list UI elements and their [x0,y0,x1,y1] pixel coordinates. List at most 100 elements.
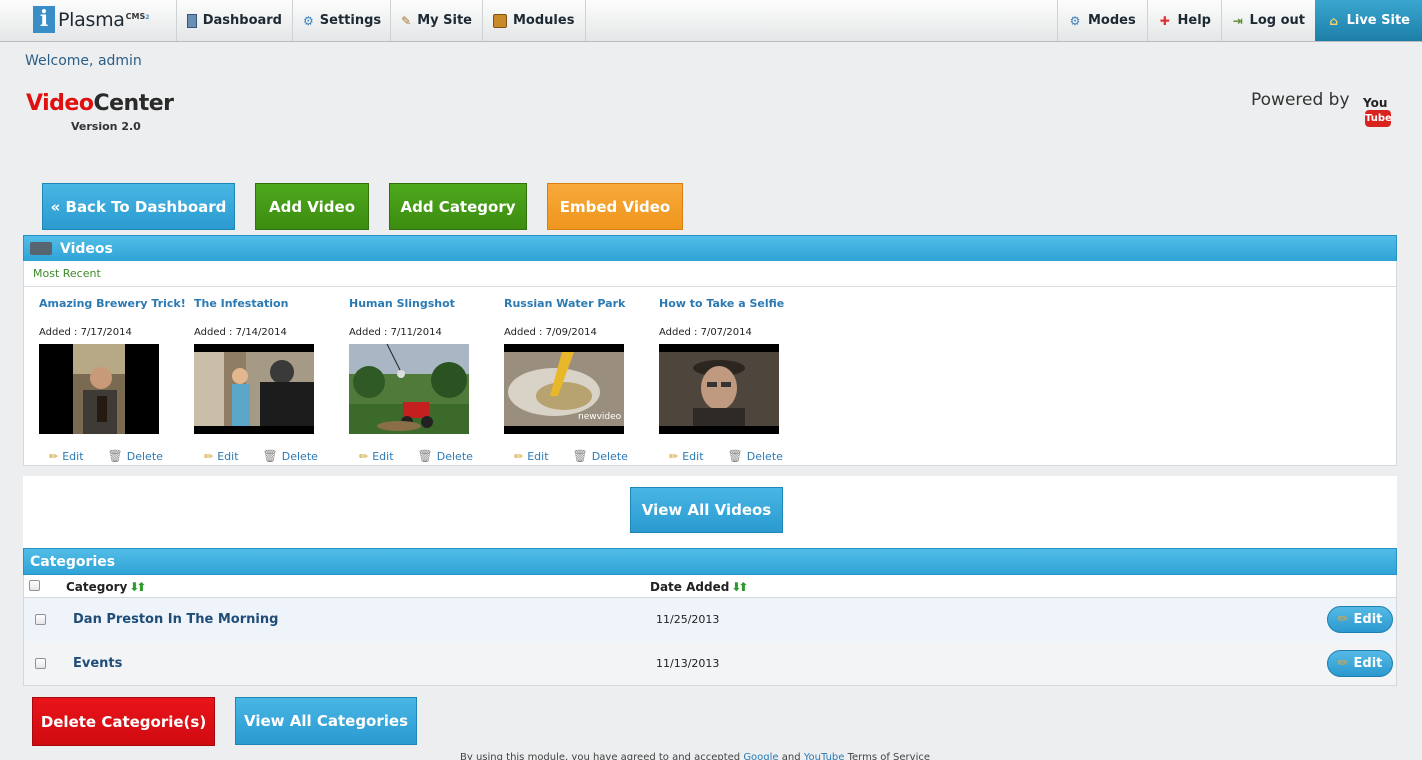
video-delete-link[interactable]: 🗑 Delete [728,449,783,463]
video-title-link[interactable]: How to Take a Selfie [659,297,809,310]
videos-heading: Videos [60,240,113,257]
nav-logout[interactable]: ⇥ Log out [1221,0,1315,41]
trash-icon: 🗑 [107,449,123,463]
nav-modes-label: Modes [1088,13,1136,28]
video-thumbnail[interactable] [349,344,469,434]
categories-heading: Categories [30,553,116,570]
pencil-icon: ✏ [514,449,524,463]
table-row: Dan Preston In The Morning 11/25/2013 ✏ E… [23,598,1397,642]
divider [24,286,1396,287]
category-date: 11/25/2013 [656,613,720,626]
row-checkbox[interactable] [35,658,46,669]
lifebuoy-icon: ✚ [1159,13,1170,28]
row-checkbox[interactable] [35,614,46,625]
category-edit-button[interactable]: ✏ Edit [1327,650,1393,677]
category-edit-button[interactable]: ✏ Edit [1327,606,1393,633]
embed-video-button[interactable]: Embed Video [547,183,683,230]
add-category-button[interactable]: Add Category [389,183,527,230]
video-edit-link[interactable]: ✏ Edit [514,449,549,463]
pencil-icon: ✏ [359,449,369,463]
nav-modules[interactable]: Modules [482,0,586,41]
video-card: Amazing Brewery Trick! Added : 7/17/2014… [39,297,189,463]
video-thumbnail[interactable] [39,344,159,434]
delete-categories-button[interactable]: Delete Categorie(s) [32,697,215,746]
add-video-button[interactable]: Add Video [255,183,369,230]
video-added-date: Added : 7/09/2014 [504,327,597,338]
categories-panel-header: Categories [23,548,1397,575]
video-added-date: Added : 7/11/2014 [349,327,442,338]
category-name-link[interactable]: Dan Preston In The Morning [73,612,278,627]
trash-icon: 🗑 [572,449,588,463]
nav-my-site-label: My Site [417,13,472,28]
category-name-link[interactable]: Events [73,656,122,671]
view-all-categories-button[interactable]: View All Categories [235,697,417,745]
select-all-checkbox[interactable] [29,580,40,591]
video-edit-link[interactable]: ✏ Edit [359,449,394,463]
video-delete-link[interactable]: 🗑 Delete [418,449,473,463]
logo-i-mark: i [33,6,55,33]
logo-superscript: CMS2 [125,12,150,21]
pencil-icon: ✏ [1337,612,1349,627]
powered-by-label: Powered by [1251,90,1350,110]
nav-live-site-label: Live Site [1346,13,1410,28]
pencil-icon: ✏ [204,449,214,463]
top-navigation-bar: i Plasma CMS2 Dashboard ⚙ Settings ✎ My … [0,0,1422,42]
modules-icon [493,13,507,28]
column-date-added[interactable]: Date Added ⬇⬆ [650,580,748,594]
view-all-videos-button[interactable]: View All Videos [630,487,783,533]
video-delete-link[interactable]: 🗑 Delete [573,449,628,463]
video-card: Russian Water Park Added : 7/09/2014 new… [504,297,654,463]
back-to-dashboard-button[interactable]: « Back To Dashboard [42,183,235,230]
nav-my-site[interactable]: ✎ My Site [390,0,482,41]
welcome-message: Welcome, admin [25,53,142,69]
column-category[interactable]: Category ⬇⬆ [66,580,146,594]
plasmacms-logo[interactable]: i Plasma CMS2 [33,6,149,36]
video-title-link[interactable]: The Infestation [194,297,344,310]
video-actions: ✏ Edit 🗑 Delete [659,449,797,463]
video-thumbnail[interactable] [659,344,779,434]
nav-dashboard-label: Dashboard [202,13,282,28]
video-edit-link[interactable]: ✏ Edit [49,449,84,463]
edit-site-icon: ✎ [401,13,412,28]
category-date: 11/13/2013 [656,657,720,670]
video-delete-link[interactable]: 🗑 Delete [263,449,318,463]
home-icon: ⌂ [1329,13,1339,28]
most-recent-label: Most Recent [33,267,101,280]
video-title-link[interactable]: Russian Water Park [504,297,654,310]
categories-table-header: Category ⬇⬆ Date Added ⬇⬆ [23,575,1397,598]
video-title-link[interactable]: Amazing Brewery Trick! [39,297,189,310]
video-thumbnail[interactable]: newvideo [504,344,624,434]
thumbnail-image [659,344,779,434]
nav-settings[interactable]: ⚙ Settings [292,0,390,41]
videos-panel-header: Videos [23,235,1397,262]
thumbnail-image [194,344,314,434]
nav-modules-label: Modules [513,13,575,28]
gears-icon: ⚙ [1069,13,1081,28]
video-actions: ✏ Edit 🗑 Delete [349,449,487,463]
trash-icon: 🗑 [417,449,433,463]
youtube-terms-link[interactable]: YouTube [804,752,845,760]
nav-help[interactable]: ✚ Help [1147,0,1221,41]
video-card: Human Slingshot Added : 7/11/2014 ✏ Edit … [349,297,499,463]
pencil-icon: ✏ [1337,656,1349,671]
nav-help-label: Help [1177,13,1211,28]
video-card: The Infestation Added : 7/14/2014 ✏ Edit … [194,297,344,463]
video-title-link[interactable]: Human Slingshot [349,297,499,310]
sort-arrows-icon: ⬇⬆ [731,580,748,594]
nav-live-site[interactable]: ⌂ Live Site [1315,0,1422,41]
thumbnail-image [349,344,469,434]
nav-modes[interactable]: ⚙ Modes [1057,0,1147,41]
video-added-date: Added : 7/07/2014 [659,327,752,338]
logout-icon: ⇥ [1232,13,1243,28]
google-terms-link[interactable]: Google [743,752,778,760]
video-edit-link[interactable]: ✏ Edit [204,449,239,463]
trash-icon: 🗑 [262,449,278,463]
video-thumbnail[interactable] [194,344,314,434]
video-delete-link[interactable]: 🗑 Delete [108,449,163,463]
nav-dashboard[interactable]: Dashboard [176,0,292,41]
terms-footer: By using this module, you have agreed to… [460,752,930,760]
video-camera-icon [30,242,52,255]
video-edit-link[interactable]: ✏ Edit [669,449,704,463]
videos-panel-body: Most Recent Amazing Brewery Trick! Added… [23,261,1397,466]
thumbnail-overlay-text: newvideo [578,412,622,422]
